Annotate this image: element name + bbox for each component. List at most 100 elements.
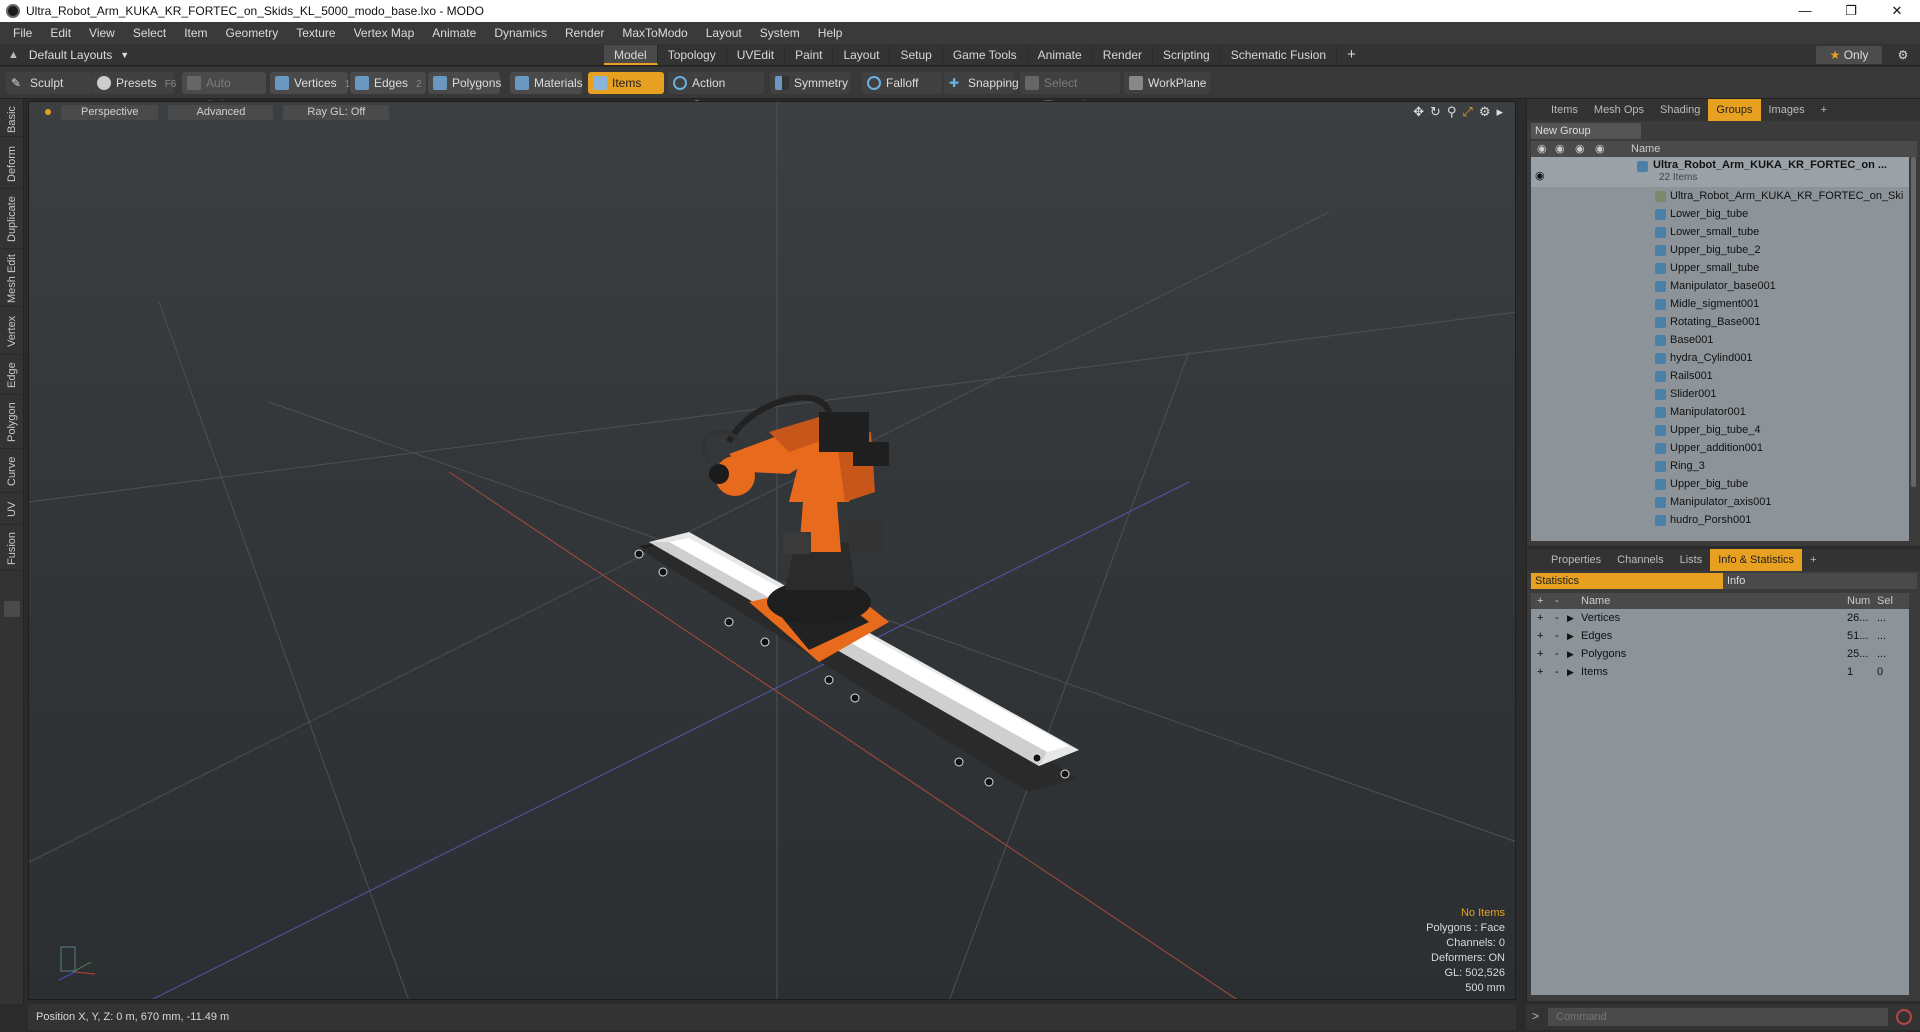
expand-icon[interactable]: +	[1537, 627, 1543, 645]
tab-uvedit[interactable]: UVEdit	[727, 45, 786, 65]
tab-shading[interactable]: Shading	[1652, 99, 1708, 121]
table-row[interactable]: + - ▶ Polygons 25... ...	[1531, 645, 1909, 663]
list-item[interactable]: Slider001	[1531, 385, 1909, 403]
tab-mesh-ops[interactable]: Mesh Ops	[1586, 99, 1652, 121]
visibility-eye-icon[interactable]: ◉	[1535, 167, 1545, 185]
table-row[interactable]: + - ▶ Vertices 26... ...	[1531, 609, 1909, 627]
tab-curve[interactable]: Curve	[0, 451, 24, 493]
list-item[interactable]: Manipulator_axis001	[1531, 493, 1909, 511]
tab-layout[interactable]: Layout	[833, 45, 891, 65]
list-item[interactable]: hydra_Cylind001	[1531, 349, 1909, 367]
polygons-button[interactable]: Polygons	[428, 72, 501, 94]
collapse-icon[interactable]: -	[1555, 609, 1559, 627]
workplane-button[interactable]: WorkPlane	[1124, 72, 1210, 94]
tab-vertex[interactable]: Vertex	[0, 309, 24, 355]
falloff-button[interactable]: Falloff	[862, 72, 942, 94]
action-center-button[interactable]: Action Center	[668, 72, 764, 112]
tab-properties[interactable]: Properties	[1543, 549, 1609, 571]
tab-mesh-edit[interactable]: Mesh Edit	[0, 251, 24, 307]
list-item[interactable]: Lower_big_tube	[1531, 205, 1909, 223]
list-item[interactable]: Midle_sigment001	[1531, 295, 1909, 313]
tab-paint[interactable]: Paint	[785, 45, 834, 65]
tab-model[interactable]: Model	[604, 45, 658, 65]
presets-button[interactable]: Presets F6	[92, 72, 176, 94]
viewport-menu-dot[interactable]	[45, 109, 51, 115]
list-item[interactable]: hudro_Porsh001	[1531, 511, 1909, 529]
list-item[interactable]: Upper_small_tube	[1531, 259, 1909, 277]
tab-info-statistics[interactable]: Info & Statistics	[1710, 549, 1803, 571]
layout-selector[interactable]: Default Layouts ▼	[29, 48, 189, 62]
zoom-view-icon[interactable]: ⚲	[1447, 104, 1457, 120]
tab-topology[interactable]: Topology	[658, 45, 727, 65]
command-input[interactable]	[1548, 1008, 1888, 1026]
view-mode-selector[interactable]: Perspective	[61, 104, 159, 120]
table-row[interactable]: + - ▶ Items 1 0	[1531, 663, 1909, 681]
fit-view-icon[interactable]: ⤢	[1462, 104, 1472, 120]
add-tab-icon[interactable]: +	[1802, 549, 1824, 571]
list-item[interactable]: Base001	[1531, 331, 1909, 349]
tab-info[interactable]: Info	[1723, 573, 1917, 589]
tab-channels[interactable]: Channels	[1609, 549, 1671, 571]
triangle-right-icon[interactable]: ▶	[1567, 609, 1574, 627]
group-row[interactable]: ◉ Ultra_Robot_Arm_KUKA_KR_FORTEC_on ... …	[1531, 157, 1909, 187]
maximize-button[interactable]: ❐	[1828, 0, 1874, 22]
tab-duplicate[interactable]: Duplicate	[0, 191, 24, 249]
items-button[interactable]: Items	[588, 72, 664, 94]
collapse-icon[interactable]: -	[1555, 663, 1559, 681]
rotate-view-icon[interactable]: ↻	[1430, 104, 1441, 120]
snapping-button[interactable]: ✚ Snapping	[944, 72, 1019, 94]
tab-animate[interactable]: Animate	[1028, 45, 1093, 65]
list-item[interactable]: Manipulator001	[1531, 403, 1909, 421]
expand-icon[interactable]: +	[1537, 663, 1543, 681]
menu-item[interactable]: Item	[175, 22, 216, 44]
menu-file[interactable]: File	[4, 22, 41, 44]
tab-uv[interactable]: UV	[0, 495, 24, 525]
expand-icon[interactable]: +	[1537, 609, 1543, 627]
list-item[interactable]: Rotating_Base001	[1531, 313, 1909, 331]
tab-statistics[interactable]: Statistics	[1531, 573, 1723, 589]
sculpt-button[interactable]: ✎ Sculpt	[6, 72, 92, 94]
list-item[interactable]: Ultra_Robot_Arm_KUKA_KR_FORTEC_on_Ski ..…	[1531, 187, 1909, 220]
select-through-button[interactable]: Select Through	[1020, 72, 1120, 112]
tab-setup[interactable]: Setup	[890, 45, 943, 65]
list-item[interactable]: Upper_big_tube	[1531, 475, 1909, 493]
triangle-right-icon[interactable]: ▶	[1567, 645, 1574, 663]
table-row[interactable]: + - ▶ Edges 51... ...	[1531, 627, 1909, 645]
menu-vertex-map[interactable]: Vertex Map	[345, 22, 424, 44]
expand-all-icon[interactable]: +	[1537, 593, 1543, 609]
move-view-icon[interactable]: ✥	[1413, 104, 1424, 120]
tab-items[interactable]: Items	[1543, 99, 1586, 121]
list-item[interactable]: Upper_big_tube_4	[1531, 421, 1909, 439]
tab-lists[interactable]: Lists	[1672, 549, 1711, 571]
auto-select-button[interactable]: Auto Select	[182, 72, 266, 112]
add-tab-icon[interactable]: +	[1813, 99, 1835, 121]
menu-geometry[interactable]: Geometry	[217, 22, 288, 44]
minimize-button[interactable]: —	[1782, 0, 1828, 22]
menu-select[interactable]: Select	[124, 22, 175, 44]
symmetry-button[interactable]: Symmetry	[770, 72, 850, 94]
tab-fusion[interactable]: Fusion	[0, 527, 24, 571]
vertices-button[interactable]: Vertices 1	[270, 72, 350, 94]
viewport-settings-icon[interactable]: ⚙	[1479, 104, 1491, 120]
menu-texture[interactable]: Texture	[287, 22, 344, 44]
tab-schematic-fusion[interactable]: Schematic Fusion	[1221, 45, 1338, 65]
close-button[interactable]: ✕	[1874, 0, 1920, 22]
only-toggle[interactable]: ★ Only	[1816, 46, 1882, 64]
tab-polygon[interactable]: Polygon	[0, 397, 24, 449]
materials-button[interactable]: Materials	[510, 72, 583, 94]
record-icon[interactable]	[1896, 1009, 1912, 1025]
viewport-expand-icon[interactable]: ▸	[1496, 104, 1503, 120]
shading-mode-selector[interactable]: Advanced	[168, 104, 274, 120]
edges-button[interactable]: Edges 2	[350, 72, 426, 94]
triangle-right-icon[interactable]: ▶	[1567, 627, 1574, 645]
robot-model[interactable]	[634, 394, 1079, 792]
menu-render[interactable]: Render	[556, 22, 613, 44]
panel-toggle-icon[interactable]	[4, 601, 20, 617]
3d-viewport[interactable]: Perspective Advanced Ray GL: Off ✥ ↻ ⚲ ⤢…	[28, 101, 1516, 1000]
layout-expand-icon[interactable]: ▲	[8, 49, 19, 61]
tab-images[interactable]: Images	[1761, 99, 1813, 121]
menu-maxtomodo[interactable]: MaxToModo	[613, 22, 696, 44]
collapse-icon[interactable]: -	[1555, 627, 1559, 645]
menu-system[interactable]: System	[751, 22, 809, 44]
tab-game-tools[interactable]: Game Tools	[943, 45, 1028, 65]
